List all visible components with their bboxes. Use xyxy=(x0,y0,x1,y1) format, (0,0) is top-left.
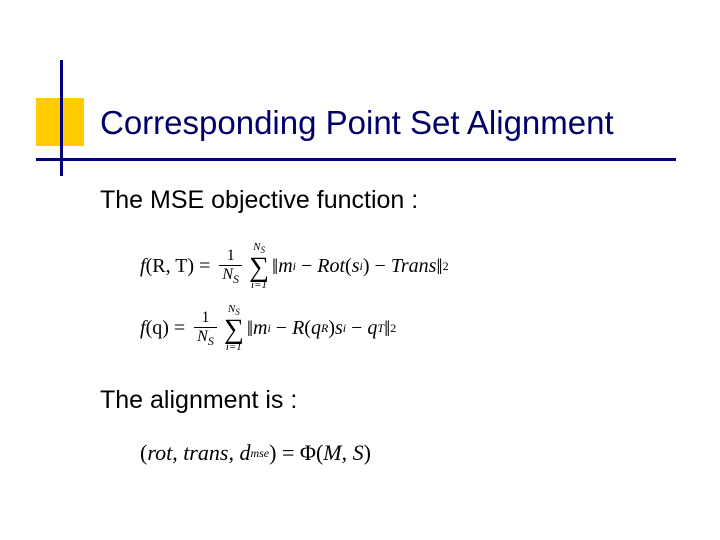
paren-open-icon: ( xyxy=(140,440,147,466)
paren-open-icon: ( xyxy=(345,255,352,278)
eq1-fraction: 1 NS xyxy=(219,248,242,285)
paren-close-icon: ) xyxy=(269,440,276,466)
equation-1: f(R, T) = 1 NS NS ∑ i=1 ‖ mi − Rot(si) −… xyxy=(140,242,449,291)
eq1-rot-s: s xyxy=(352,255,360,278)
eq2-den-sub: S xyxy=(208,334,214,348)
eq1-den-sub: S xyxy=(233,272,239,286)
eq2-den-N: N xyxy=(197,328,208,345)
equation-3: (rot, trans, dmse) = Φ(M, S) xyxy=(140,440,371,466)
equation-2: f(q) = 1 NS NS ∑ i=1 ‖ mi − R(qR)si − qT xyxy=(140,304,396,353)
eq3-eq-sign: = xyxy=(276,440,299,466)
eq2-eq-sign: = xyxy=(169,317,190,340)
eq2-m: m xyxy=(253,317,267,340)
eq1-exp: 2 xyxy=(443,259,449,274)
comma-icon: , xyxy=(342,440,353,466)
eq1-den-N: N xyxy=(222,266,233,283)
eq2-qT-q: q xyxy=(367,317,377,340)
eq1-frac-den: NS xyxy=(219,265,242,285)
eq1-sum: NS ∑ i=1 xyxy=(249,242,269,291)
slide: Corresponding Point Set Alignment The MS… xyxy=(0,0,720,540)
eq3-d-sub: mse xyxy=(250,446,269,461)
body-text-1: The MSE objective function : xyxy=(100,186,418,215)
minus-icon: − xyxy=(296,255,317,278)
paren-close-icon: ) xyxy=(363,255,370,278)
eq2-fraction: 1 NS xyxy=(194,310,217,347)
eq1-trans: Trans xyxy=(391,255,437,278)
comma-icon: , xyxy=(228,440,239,466)
slide-title: Corresponding Point Set Alignment xyxy=(100,104,614,142)
eq1-sum-lower: i=1 xyxy=(251,280,267,291)
eq3-trans: trans xyxy=(183,440,228,466)
eq2-frac-num: 1 xyxy=(200,310,212,327)
eq2-qR-q: q xyxy=(311,317,321,340)
sigma-icon: ∑ xyxy=(249,255,269,280)
phi-icon: Φ xyxy=(300,440,316,466)
eq2-exp: 2 xyxy=(390,321,396,336)
minus-icon: − xyxy=(370,255,391,278)
eq2-sum: NS ∑ i=1 xyxy=(224,304,244,353)
eq2-R: R xyxy=(292,317,304,340)
eq1-args: (R, T) xyxy=(146,255,195,278)
accent-vertical-line xyxy=(60,60,63,176)
eq2-qT-sub: T xyxy=(377,321,384,336)
paren-close-icon: ) xyxy=(328,317,335,340)
eq1-m: m xyxy=(278,255,292,278)
eq1-rot: Rot xyxy=(317,255,345,278)
eq2-sum-lower: i=1 xyxy=(226,342,242,353)
eq3-rot: rot xyxy=(147,440,172,466)
eq3-S: S xyxy=(353,440,364,466)
paren-close-icon: ) xyxy=(364,440,371,466)
eq2-frac-den: NS xyxy=(194,327,217,347)
minus-icon: − xyxy=(346,317,367,340)
eq2-s: s xyxy=(335,317,343,340)
eq1-frac-num: 1 xyxy=(225,248,237,265)
eq3-d: d xyxy=(239,440,250,466)
comma-icon: , xyxy=(172,440,183,466)
eq3-M: M xyxy=(323,440,341,466)
title-underline xyxy=(36,158,676,161)
minus-icon: − xyxy=(271,317,292,340)
eq1-eq-sign: = xyxy=(194,255,215,278)
eq2-qR-sub: R xyxy=(321,321,328,336)
paren-open-icon: ( xyxy=(304,317,311,340)
sigma-icon: ∑ xyxy=(224,317,244,342)
eq2-args: (q) xyxy=(146,317,169,340)
body-text-2: The alignment is : xyxy=(100,386,297,415)
